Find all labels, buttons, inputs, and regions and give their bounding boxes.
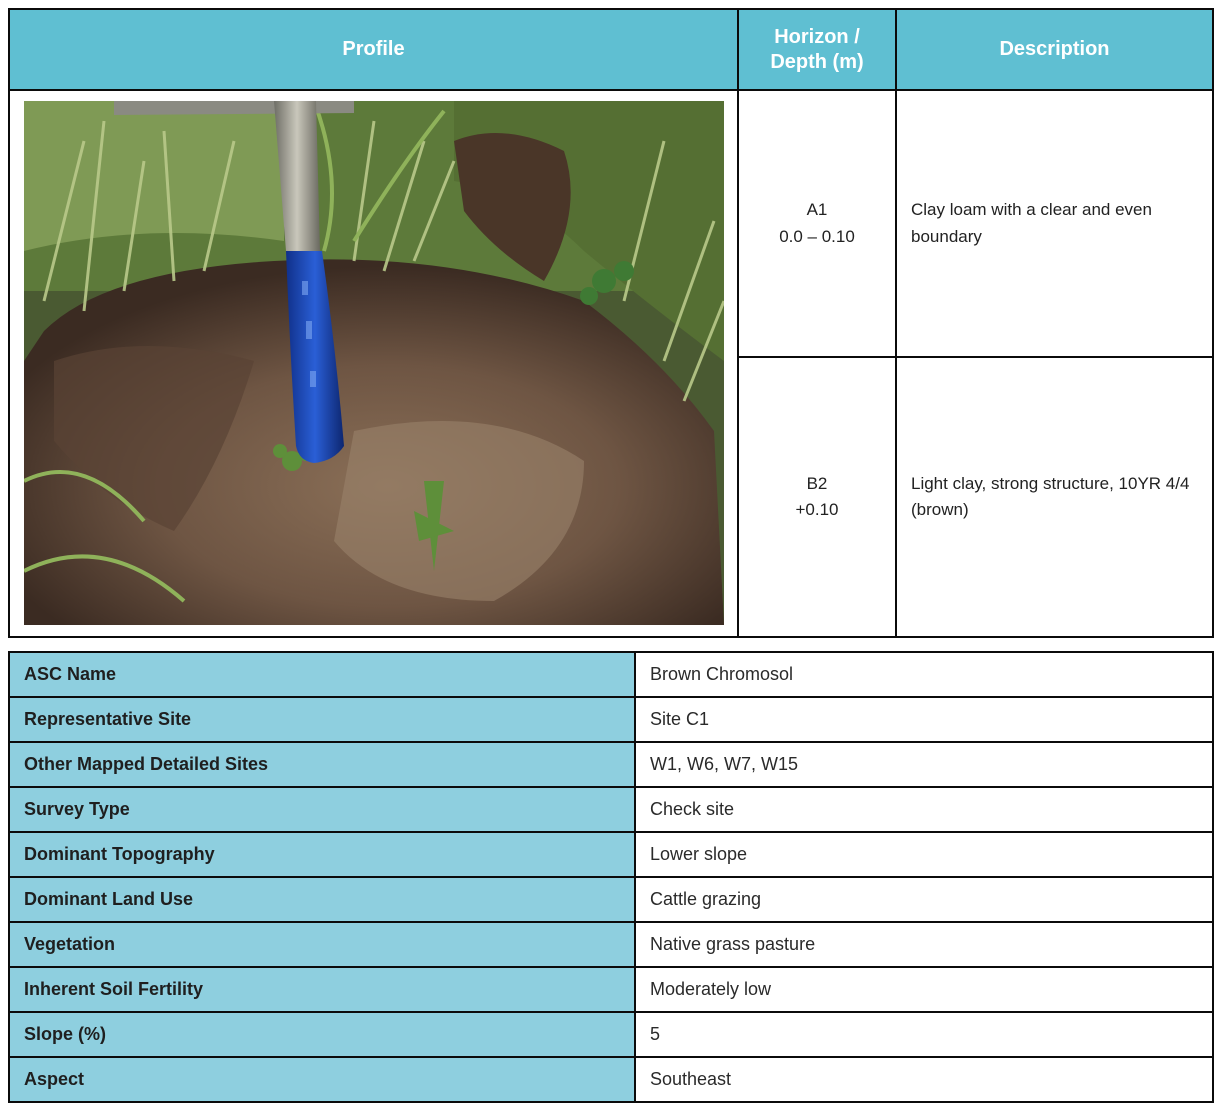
- horizon-header-line1: Horizon /: [774, 25, 860, 48]
- attribute-value: Site C1: [634, 696, 1214, 743]
- attribute-label: Slope (%): [8, 1011, 636, 1058]
- attribute-label: Inherent Soil Fertility: [8, 966, 636, 1013]
- horizon-row: A1 0.0 – 0.10 Clay loam with a clear and…: [8, 88, 1214, 638]
- attribute-label: Representative Site: [8, 696, 636, 743]
- horizon-depth: 0.0 – 0.10: [779, 226, 855, 246]
- attribute-row: Vegetation Native grass pasture: [8, 921, 1214, 968]
- horizon-header-line2: Depth (m): [770, 50, 864, 73]
- profile-header-row: Profile Horizon / Depth (m) Description: [8, 8, 1214, 91]
- attribute-row: Dominant Topography Lower slope: [8, 831, 1214, 878]
- attribute-value: W1, W6, W7, W15: [634, 741, 1214, 788]
- horizon-description: Clay loam with a clear and even boundary: [911, 200, 1152, 246]
- attribute-value: Check site: [634, 786, 1214, 833]
- attribute-label: Aspect: [8, 1056, 636, 1103]
- attribute-value: Southeast: [634, 1056, 1214, 1103]
- profile-header: Profile: [8, 8, 739, 91]
- attribute-table: ASC Name Brown Chromosol Representative S…: [8, 651, 1214, 1103]
- horizon-description: Light clay, strong structure, 10YR 4/4 (…: [911, 473, 1190, 520]
- attribute-row: Inherent Soil Fertility Moderately low: [8, 966, 1214, 1013]
- horizon-cell-b2: B2 +0.10: [737, 356, 897, 638]
- attribute-row: Dominant Land Use Cattle grazing: [8, 876, 1214, 923]
- horizon-header: Horizon / Depth (m): [737, 8, 897, 91]
- soil-pit-image: [24, 101, 724, 625]
- attribute-value: 5: [634, 1011, 1214, 1058]
- attribute-label: ASC Name: [8, 651, 636, 698]
- attribute-value: Moderately low: [634, 966, 1214, 1013]
- horizon-description-a1: Clay loam with a clear and even boundary: [895, 88, 1214, 359]
- attribute-row: Slope (%) 5: [8, 1011, 1214, 1058]
- profile-photo-cell: [8, 89, 739, 638]
- attribute-label: Vegetation: [8, 921, 636, 968]
- horizon-description-b2: Light clay, strong structure, 10YR 4/4 (…: [895, 356, 1214, 638]
- attribute-label: Dominant Land Use: [8, 876, 636, 923]
- attribute-row: Other Mapped Detailed Sites W1, W6, W7, W…: [8, 741, 1214, 788]
- attribute-row: ASC Name Brown Chromosol: [8, 651, 1214, 698]
- soil-profile-photo: [24, 101, 724, 625]
- attribute-row: Representative Site Site C1: [8, 696, 1214, 743]
- horizon-depth: +0.10: [795, 500, 839, 520]
- attribute-value: Cattle grazing: [634, 876, 1214, 923]
- attribute-value: Brown Chromosol: [634, 651, 1214, 698]
- horizon-name: A1: [806, 200, 828, 220]
- profile-header-label: Profile: [342, 38, 405, 60]
- attribute-label: Survey Type: [8, 786, 636, 833]
- horizon-cell-a1: A1 0.0 – 0.10: [737, 88, 897, 359]
- attribute-row: Survey Type Check site: [8, 786, 1214, 833]
- profile-table: Profile Horizon / Depth (m) Description: [8, 8, 1214, 638]
- horizon-name: B2: [806, 473, 828, 493]
- attribute-value: Lower slope: [634, 831, 1214, 878]
- attribute-label: Other Mapped Detailed Sites: [8, 741, 636, 788]
- attribute-value: Native grass pasture: [634, 921, 1214, 968]
- description-header: Description: [895, 8, 1214, 91]
- description-header-label: Description: [999, 38, 1110, 60]
- attribute-label: Dominant Topography: [8, 831, 636, 878]
- attribute-row: Aspect Southeast: [8, 1056, 1214, 1103]
